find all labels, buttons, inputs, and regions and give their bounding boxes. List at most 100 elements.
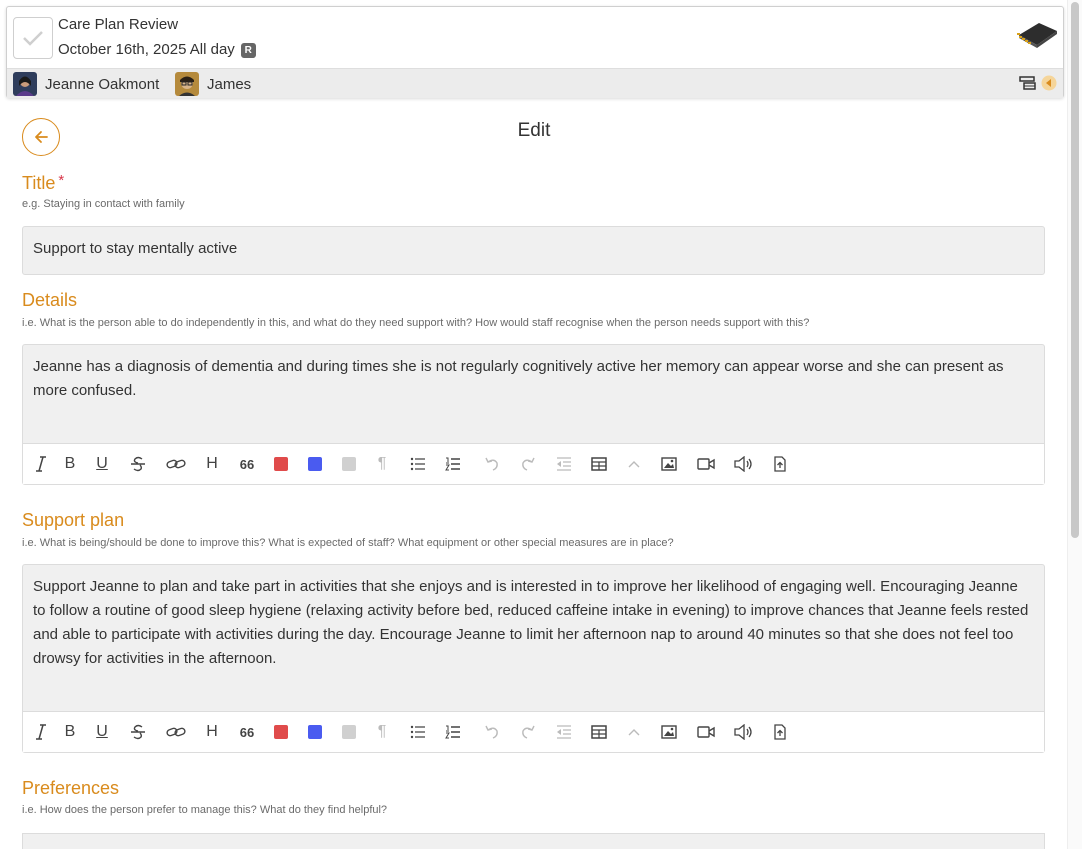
numbered-list-button[interactable] [444,722,462,742]
details-editor[interactable]: Jeanne has a diagnosis of dementia and d… [22,344,1045,485]
table-icon [591,457,607,471]
table-icon [591,725,607,739]
audio-button[interactable] [733,454,755,474]
attendee-james[interactable]: James [175,72,251,96]
file-upload-icon [774,456,786,472]
numbered-list-button[interactable] [444,454,462,474]
red-color-button[interactable] [273,454,289,474]
recurring-badge: R [240,43,256,58]
heading-button[interactable]: H [203,454,221,474]
bar-icons [1019,75,1057,91]
quote-icon: 66 [239,724,255,740]
back-button[interactable] [22,118,60,156]
collapse-button[interactable] [626,722,642,742]
attendee-name: Jeanne Oakmont [45,75,160,93]
bold-button[interactable]: B [61,722,79,742]
red-color-swatch [274,457,288,471]
video-icon [697,458,715,470]
bold-icon: B [64,723,76,740]
undo-button[interactable] [483,454,501,474]
link-button[interactable] [165,454,187,474]
strikethrough-icon [131,456,145,472]
preferences-hint: i.e. How does the person prefer to manag… [22,804,388,816]
grey-color-button[interactable] [341,454,357,474]
avatar [175,72,199,96]
bullet-list-button[interactable] [409,722,427,742]
attendee-jeanne[interactable]: Jeanne Oakmont [13,72,159,96]
bullet-list-button[interactable] [409,454,427,474]
undo-button[interactable] [483,722,501,742]
preferences-editor[interactable] [22,833,1045,849]
collapse-icon [628,461,640,468]
collapse-button[interactable] [626,454,642,474]
audio-icon [734,456,752,472]
bullet-list-icon [410,457,425,471]
red-color-button[interactable] [273,722,289,742]
underline-button[interactable]: U [93,722,111,742]
file-upload-button[interactable] [772,454,788,474]
table-button[interactable] [590,722,608,742]
table-stack-icon[interactable] [1019,76,1037,90]
title-hint: e.g. Staying in contact with family [22,198,185,210]
outdent-icon [557,457,571,471]
title-input[interactable]: Support to stay mentally active [22,226,1045,275]
bold-button[interactable]: B [61,454,79,474]
complete-checkbox[interactable] [13,17,53,59]
paragraph-icon: ¶ [377,455,387,472]
undo-icon [485,725,498,739]
audio-button[interactable] [733,722,755,742]
link-button[interactable] [165,722,187,742]
outdent-button[interactable] [555,722,573,742]
heading-icon: H [206,723,218,740]
quote-button[interactable]: 66 [237,722,257,742]
attendee-name: James [207,75,252,93]
paragraph-button[interactable]: ¶ [374,454,390,474]
grey-color-button[interactable] [341,722,357,742]
image-icon [661,457,677,471]
outdent-button[interactable] [555,454,573,474]
numbered-list-icon [445,457,460,471]
scrollbar-thumb[interactable] [1071,2,1079,538]
chip-icon [1015,19,1059,56]
blue-color-button[interactable] [307,454,323,474]
underline-icon: U [96,455,108,472]
video-button[interactable] [696,722,716,742]
paragraph-button[interactable]: ¶ [374,722,390,742]
link-icon [166,727,186,737]
video-icon [697,726,715,738]
strikethrough-button[interactable] [128,722,148,742]
bullet-list-icon [410,725,425,739]
image-button[interactable] [660,722,678,742]
numbered-list-icon [445,725,460,739]
title-input-value: Support to stay mentally active [33,240,238,257]
details-label: Details [22,290,78,310]
details-editor-value: Jeanne has a diagnosis of dementia and d… [33,358,1004,399]
video-button[interactable] [696,454,716,474]
support-plan-editor[interactable]: Support Jeanne to plan and take part in … [22,564,1045,753]
event-header-card: Care Plan Review October 16th, 2025 All … [6,6,1064,98]
image-icon [661,725,677,739]
grey-color-swatch [342,457,356,471]
expand-arrow-icon[interactable] [1041,75,1057,91]
table-button[interactable] [590,454,608,474]
heading-icon: H [206,455,218,472]
avatar [13,72,37,96]
redo-icon [522,457,535,471]
file-upload-icon [774,724,786,740]
redo-button[interactable] [519,454,537,474]
link-icon [166,459,186,469]
support-plan-toolbar: B U H 66 ¶ [23,711,1044,752]
strikethrough-button[interactable] [128,454,148,474]
strikethrough-icon [131,724,145,740]
redo-button[interactable] [519,722,537,742]
undo-icon [485,457,498,471]
blue-color-button[interactable] [307,722,323,742]
heading-button[interactable]: H [203,722,221,742]
paragraph-icon: ¶ [377,723,387,740]
image-button[interactable] [660,454,678,474]
italic-button[interactable] [31,454,51,474]
quote-button[interactable]: 66 [237,454,257,474]
italic-button[interactable] [31,722,51,742]
underline-button[interactable]: U [93,454,111,474]
file-upload-button[interactable] [772,722,788,742]
